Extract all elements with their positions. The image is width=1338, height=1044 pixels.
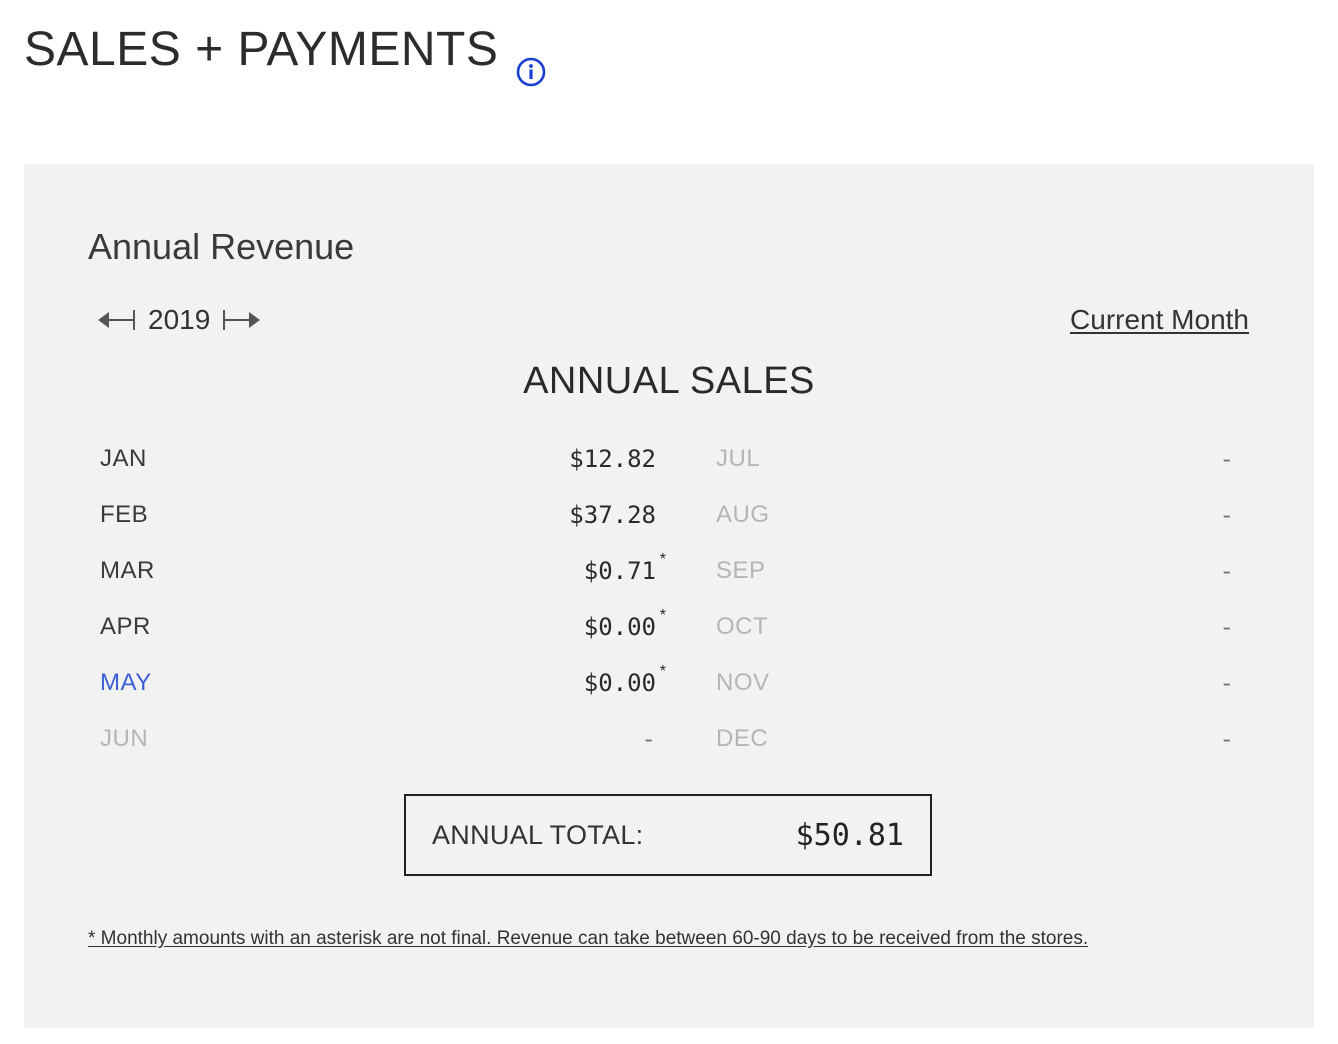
month-row-mar: MAR $0.71 * [100,551,666,586]
page-title-text: SALES + PAYMENTS [24,23,499,76]
month-row-dec: DEC - [716,724,1234,754]
month-value: $37.28 [569,501,656,529]
previous-year-arrow-icon[interactable] [96,308,138,332]
month-value: - [1220,557,1234,585]
month-value-text: $0.71 [583,557,656,585]
month-row-sep: SEP - [716,556,1234,586]
info-circle-icon[interactable] [516,44,546,87]
month-row-may: MAY $0.00 * [100,663,666,698]
month-value-text: $12.82 [569,445,656,473]
month-value: - [1220,445,1234,473]
month-value-text: - [641,725,656,753]
month-value: $0.00 * [583,663,666,697]
month-name: APR [100,613,151,640]
month-value: - [642,725,656,753]
year-navigator: 2019 [96,304,262,336]
month-value-text: $0.00 [583,613,656,641]
month-value-text: $37.28 [569,501,656,529]
annual-revenue-panel: Annual Revenue 2019 Current Month ANNUAL… [24,164,1314,1028]
annual-total-value: $50.81 [795,817,904,853]
month-name: JUN [100,725,149,752]
month-value-text: $0.00 [583,669,656,697]
month-value-text: - [1219,613,1234,641]
month-row-aug: AUG - [716,500,1234,530]
month-value-text: - [1219,501,1234,529]
not-final-asterisk: * [659,607,666,624]
month-name: NOV [716,669,770,696]
month-value: $12.82 [569,445,656,473]
not-final-asterisk: * [659,551,666,568]
panel-title: Annual Revenue [88,226,355,267]
asterisk-footnote: * Monthly amounts with an asterisk are n… [88,928,1089,949]
annual-sales-heading: ANNUAL SALES [523,360,815,402]
month-name: MAR [100,557,155,584]
month-name: JAN [100,445,147,472]
month-name: AUG [716,501,770,528]
month-row-feb: FEB $37.28 [100,500,656,530]
page-title: SALES + PAYMENTS [24,22,546,87]
current-month-link[interactable]: Current Month [1070,304,1249,336]
month-value: - [1220,613,1234,641]
month-name: OCT [716,613,769,640]
month-row-jul: JUL - [716,444,1234,474]
month-value-text: - [1219,725,1234,753]
month-name: JUL [716,445,761,472]
month-row-jan: JAN $12.82 [100,444,656,474]
month-name: FEB [100,501,149,528]
annual-total-box: ANNUAL TOTAL: $50.81 [404,794,932,876]
annual-total-label: ANNUAL TOTAL: [432,819,644,850]
month-row-jun: JUN - [100,724,656,754]
month-row-apr: APR $0.00 * [100,607,666,642]
month-name: MAY [100,669,152,696]
month-value: - [1220,669,1234,697]
month-value: $0.71 * [583,551,666,585]
month-value: - [1220,725,1234,753]
month-value: $0.00 * [583,607,666,641]
month-value-text: - [1219,445,1234,473]
month-value: - [1220,501,1234,529]
month-name: DEC [716,725,769,752]
month-value-text: - [1219,669,1234,697]
month-value-text: - [1219,557,1234,585]
month-name: SEP [716,557,766,584]
month-row-oct: OCT - [716,612,1234,642]
not-final-asterisk: * [659,663,666,680]
year-label: 2019 [148,304,211,335]
next-year-arrow-icon[interactable] [220,308,262,332]
month-row-nov: NOV - [716,668,1234,698]
